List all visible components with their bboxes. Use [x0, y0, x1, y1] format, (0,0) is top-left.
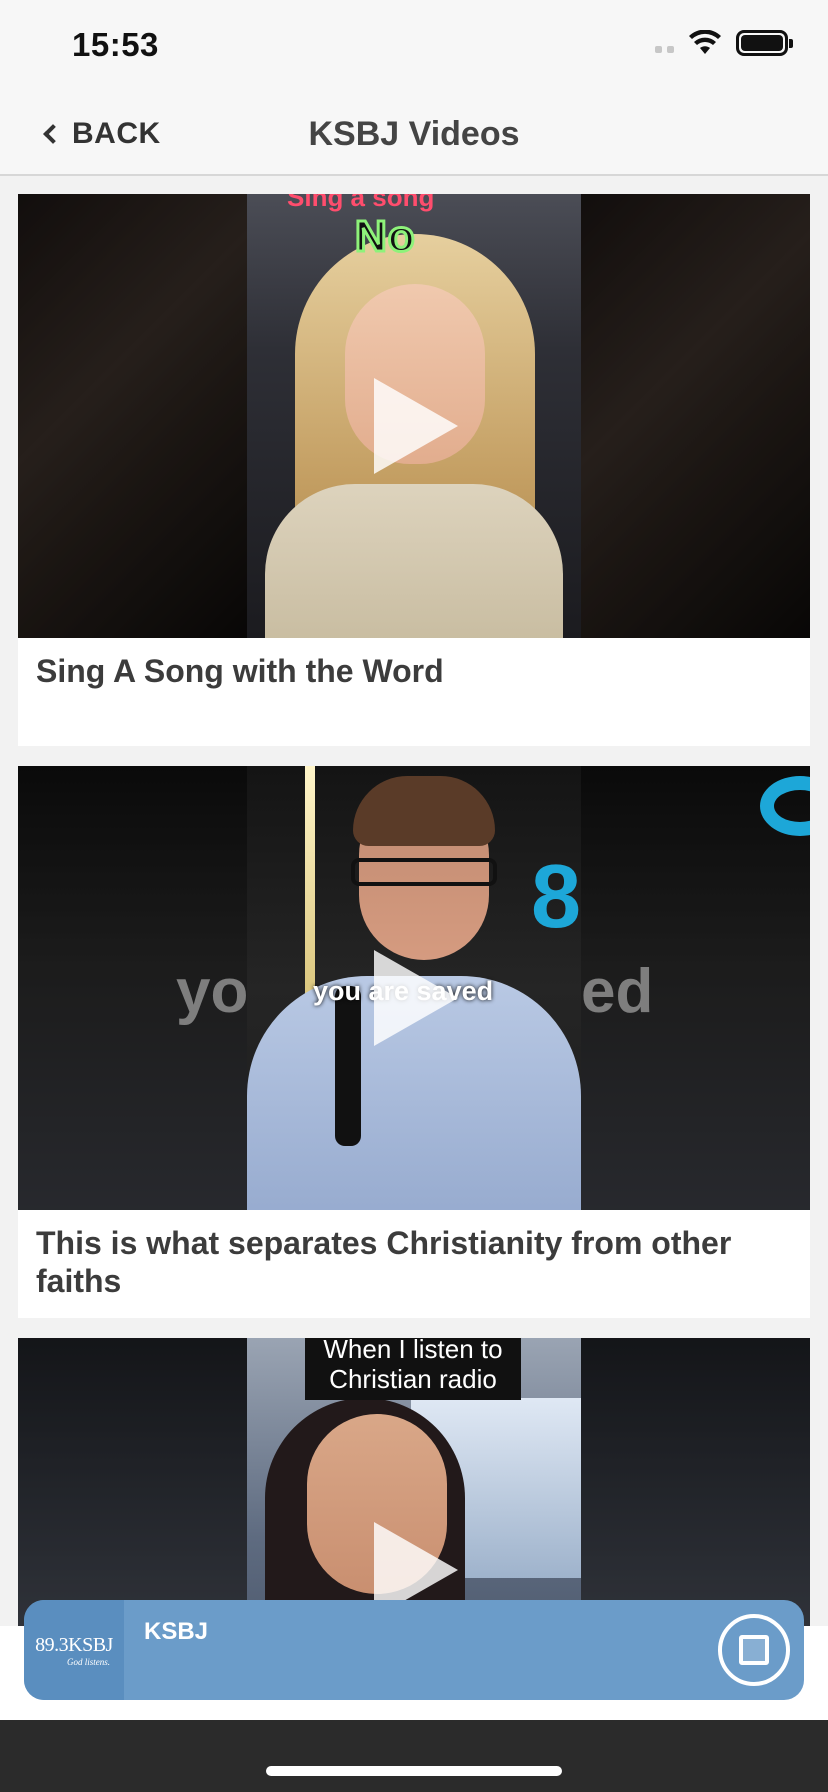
video-thumbnail: Sing a song No	[18, 194, 810, 638]
station-logo-text: 89.3KSBJ	[35, 1633, 113, 1656]
cellular-signal-icon	[655, 34, 674, 53]
thumbnail-caption: No	[354, 211, 417, 263]
bottom-bar	[0, 1720, 828, 1792]
home-indicator[interactable]	[266, 1766, 562, 1776]
status-icons	[655, 30, 793, 56]
stop-button[interactable]	[718, 1614, 790, 1686]
station-logo: 89.3KSBJ God listens.	[24, 1600, 124, 1700]
battery-icon	[736, 30, 793, 56]
thumbnail-caption-top: Sing a song	[287, 194, 435, 212]
thumbnail-number: 8	[530, 847, 581, 947]
wifi-icon	[689, 30, 721, 54]
mini-player[interactable]: 89.3KSBJ God listens. KSBJ	[24, 1600, 804, 1700]
video-card[interactable]: yo 8 you are saved ed This is what separ…	[18, 766, 810, 1318]
video-feed: Sing a song No Sing A Song with the Word…	[18, 194, 810, 1792]
video-title: Sing A Song with the Word	[36, 653, 444, 689]
video-card[interactable]: Sing a song No Sing A Song with the Word	[18, 194, 810, 746]
station-logo-tagline: God listens.	[66, 1656, 110, 1667]
video-thumbnail: yo 8 you are saved ed	[18, 766, 810, 1210]
page-title: KSBJ Videos	[308, 115, 520, 153]
stop-icon	[739, 1635, 769, 1665]
thumbnail-side-text: ed	[581, 957, 654, 1026]
thumbnail-caption: When I listen to Christian radio	[305, 1338, 521, 1400]
station-name: KSBJ	[144, 1618, 209, 1645]
play-icon[interactable]	[374, 950, 458, 1046]
thumbnail-side-text: yo	[176, 957, 249, 1026]
navigation-bar: BACK KSBJ Videos	[0, 92, 828, 176]
status-time: 15:53	[72, 26, 159, 63]
play-icon[interactable]	[374, 378, 458, 474]
video-title: This is what separates Christianity from…	[36, 1225, 732, 1299]
status-bar: 15:53	[0, 0, 828, 92]
